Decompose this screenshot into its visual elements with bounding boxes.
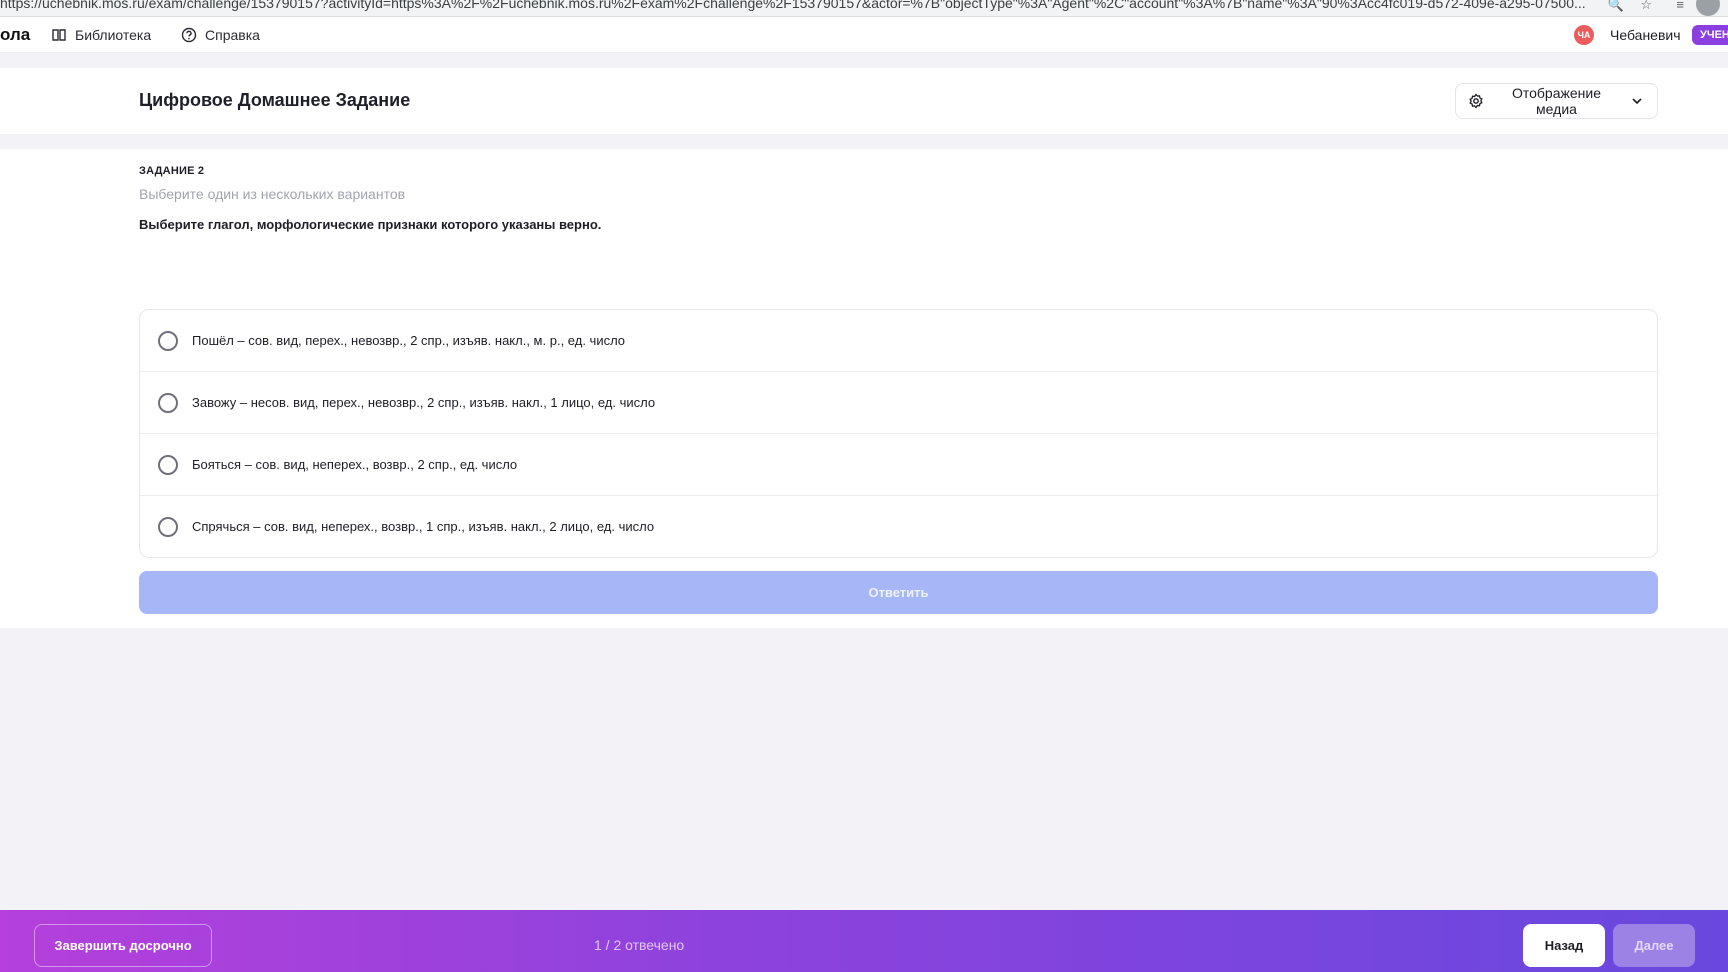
option-label: Завожу – несов. вид, перех., невозвр., 2…: [192, 395, 656, 410]
option-label: Бояться – сов. вид, неперех., возвр., 2 …: [192, 457, 518, 472]
chevron-down-icon: [1632, 98, 1642, 105]
search-icon[interactable]: 🔍: [1608, 0, 1624, 13]
header-card: Цифровое Домашнее Задание Отображение ме…: [0, 68, 1728, 134]
progress-counter: 1 / 2 отвечено: [594, 937, 685, 953]
user-name[interactable]: Чебаневич: [1610, 27, 1681, 43]
extensions-icon[interactable]: ≡: [1676, 0, 1684, 12]
media-display-button[interactable]: Отображение медиа: [1455, 83, 1658, 119]
task-hint: Выберите один из нескольких вариантов: [139, 186, 406, 202]
role-badge[interactable]: УЧЕН: [1692, 25, 1728, 45]
page-title: Цифровое Домашнее Задание: [139, 90, 411, 110]
back-button[interactable]: Назад: [1523, 924, 1605, 967]
answer-button[interactable]: Ответить: [139, 571, 1658, 614]
browser-address-bar[interactable]: https://uchebnik.mos.ru/exam/challenge/1…: [0, 0, 1728, 17]
book-icon: [52, 29, 66, 41]
option-label: Спрячься – сов. вид, неперех., возвр., 1…: [192, 519, 655, 534]
answer-option-1[interactable]: Пошёл – сов. вид, перех., невозвр., 2 сп…: [140, 310, 1657, 372]
brand-logo[interactable]: ола: [0, 25, 30, 45]
avatar[interactable]: ЧА: [1574, 25, 1594, 45]
answer-option-2[interactable]: Завожу – несов. вид, перех., невозвр., 2…: [140, 372, 1657, 434]
answer-options: Пошёл – сов. вид, перех., невозвр., 2 сп…: [139, 309, 1658, 558]
top-navigation: ола Библиотека Справка ЧА Чебаневич УЧЕН: [0, 17, 1728, 53]
gear-icon: [1469, 93, 1483, 109]
nav-item-label: Библиотека: [75, 27, 152, 43]
url-text[interactable]: https://uchebnik.mos.ru/exam/challenge/1…: [0, 0, 1590, 11]
footer-bar: Завершить досрочно 1 / 2 отвечено Назад …: [0, 910, 1728, 972]
media-display-label: Отображение медиа: [1511, 85, 1601, 117]
nav-item-library[interactable]: Библиотека: [51, 27, 151, 43]
answer-option-4[interactable]: Спрячься – сов. вид, неперех., возвр., 1…: [140, 496, 1657, 557]
bookmark-icon[interactable]: ☆: [1640, 0, 1652, 13]
task-question: Выберите глагол, морфологические признак…: [139, 217, 602, 232]
finish-early-button[interactable]: Завершить досрочно: [34, 924, 212, 967]
nav-item-help[interactable]: Справка: [181, 27, 260, 43]
radio-button[interactable]: [158, 454, 178, 475]
answer-option-3[interactable]: Бояться – сов. вид, неперех., возвр., 2 …: [140, 434, 1657, 496]
task-number: ЗАДАНИЕ 2: [139, 165, 205, 177]
option-label: Пошёл – сов. вид, перех., невозвр., 2 сп…: [192, 333, 626, 348]
help-icon: [181, 27, 197, 43]
next-button[interactable]: Далее: [1613, 924, 1695, 967]
nav-item-label: Справка: [205, 27, 260, 43]
radio-button[interactable]: [158, 516, 178, 537]
radio-button[interactable]: [158, 392, 178, 413]
profile-icon[interactable]: [1696, 0, 1720, 16]
radio-button[interactable]: [158, 330, 178, 351]
task-card: ЗАДАНИЕ 2 Выберите один из нескольких ва…: [0, 149, 1728, 628]
